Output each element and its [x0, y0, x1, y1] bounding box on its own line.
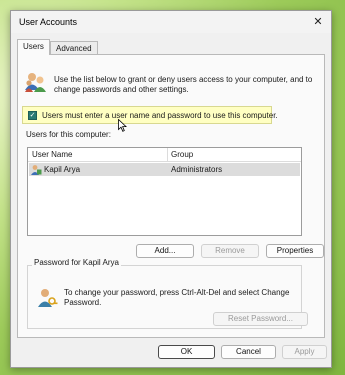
- ok-button[interactable]: OK: [158, 345, 215, 359]
- tab-advanced[interactable]: Advanced: [50, 41, 98, 55]
- require-login-checkbox[interactable]: ✓: [28, 111, 37, 120]
- reset-password-button[interactable]: Reset Password...: [213, 312, 308, 326]
- password-group-title: Password for Kapil Arya: [32, 258, 121, 267]
- user-row-icon: [31, 164, 42, 177]
- users-icon: [24, 70, 48, 96]
- users-section-label: Users for this computer:: [26, 130, 111, 139]
- column-divider[interactable]: [167, 148, 168, 161]
- password-instructions: To change your password, press Ctrl-Alt-…: [64, 288, 290, 307]
- cancel-button[interactable]: Cancel: [221, 345, 276, 359]
- list-header: User Name Group: [28, 148, 301, 162]
- remove-button[interactable]: Remove: [201, 244, 259, 258]
- tab-users[interactable]: Users: [17, 39, 50, 55]
- column-header-group[interactable]: Group: [171, 150, 193, 159]
- checkmark-icon: ✓: [29, 112, 36, 119]
- intro-text: Use the list below to grant or deny user…: [54, 75, 313, 94]
- key-user-icon: [36, 287, 58, 311]
- column-header-user-name[interactable]: User Name: [32, 150, 72, 159]
- user-accounts-window: User Accounts ✕ Users Advanced Use the l…: [10, 10, 332, 368]
- title-bar: User Accounts ✕: [11, 11, 331, 33]
- users-tab-panel: Use the list below to grant or deny user…: [17, 54, 325, 338]
- add-button[interactable]: Add...: [136, 244, 194, 258]
- users-list[interactable]: User Name Group Kapil Arya Administrator…: [27, 147, 302, 236]
- window-title: User Accounts: [19, 17, 78, 27]
- close-button[interactable]: ✕: [305, 11, 331, 33]
- user-group-cell: Administrators: [171, 165, 223, 174]
- require-login-row: ✓ Users must enter a user name and passw…: [22, 106, 278, 124]
- require-login-label[interactable]: Users must enter a user name and passwor…: [42, 111, 278, 120]
- user-name-cell: Kapil Arya: [44, 165, 81, 174]
- close-icon: ✕: [313, 16, 323, 28]
- table-row[interactable]: Kapil Arya Administrators: [29, 163, 300, 176]
- properties-button[interactable]: Properties: [266, 244, 324, 258]
- mouse-cursor-icon: [118, 118, 128, 134]
- apply-button[interactable]: Apply: [282, 345, 327, 359]
